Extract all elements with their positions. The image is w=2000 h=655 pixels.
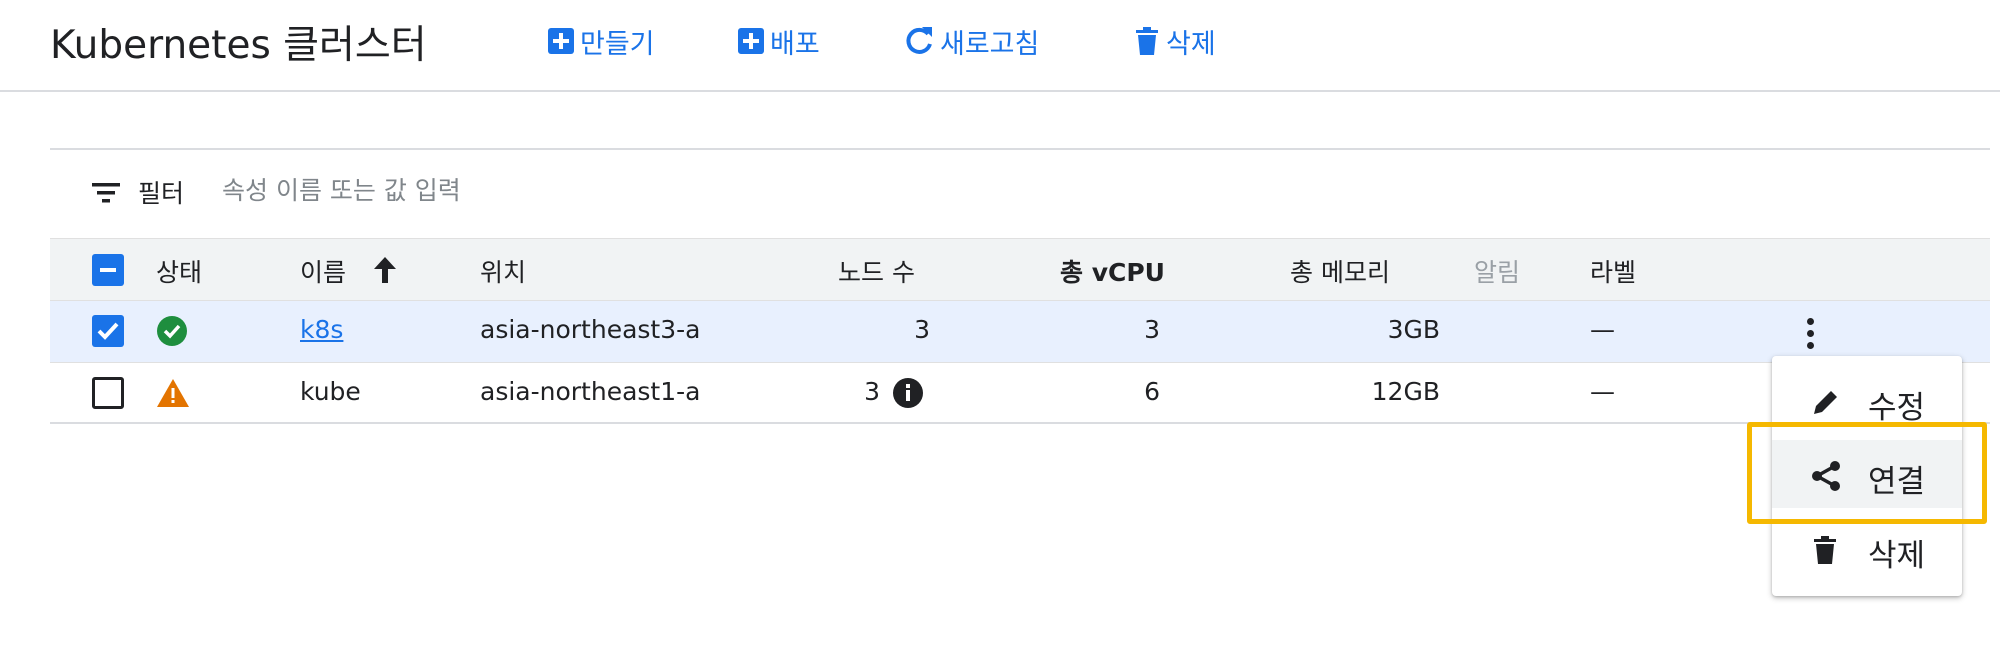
sort-ascending-icon[interactable]	[372, 255, 398, 289]
column-location[interactable]: 위치	[480, 253, 526, 289]
cluster-name-link[interactable]: k8s	[300, 315, 343, 344]
column-status[interactable]: 상태	[156, 253, 202, 289]
cluster-table: 필터 상태 이름 위치 노드 수 총 vCPU 총 메모리 알림 라벨 k8s …	[50, 148, 1990, 424]
trash-icon	[1810, 534, 1840, 570]
cluster-memory: 12GB	[1371, 377, 1440, 406]
filter-label: 필터	[138, 179, 185, 208]
column-nodes[interactable]: 노드 수	[838, 253, 915, 289]
row-checkbox[interactable]	[92, 377, 124, 409]
delete-button[interactable]: 삭제	[1132, 18, 1216, 64]
deploy-label: 배포	[770, 28, 820, 60]
cluster-location: asia-northeast3-a	[480, 315, 701, 344]
menu-item-delete[interactable]: 삭제	[1772, 514, 1962, 582]
deploy-button[interactable]: 배포	[736, 18, 820, 64]
pencil-icon	[1810, 386, 1842, 422]
more-options-icon[interactable]	[1792, 313, 1828, 353]
column-memory[interactable]: 총 메모리	[1290, 253, 1390, 289]
cluster-labels: —	[1590, 377, 1615, 406]
cluster-memory: 3GB	[1387, 315, 1440, 344]
check-circle-icon	[156, 315, 188, 351]
refresh-icon	[902, 24, 936, 58]
page-header: Kubernetes 클러스터 만들기 배포 새로고침 삭제	[0, 0, 2000, 92]
filter-bar: 필터	[50, 150, 1990, 238]
cluster-labels: —	[1590, 315, 1615, 344]
menu-item-label: 삭제	[1868, 538, 1926, 574]
row-actions-menu: 수정 연결 삭제	[1772, 356, 1962, 596]
table-row[interactable]: kube asia-northeast1-a 3 6 12GB —	[50, 362, 1990, 424]
cluster-location: asia-northeast1-a	[480, 377, 701, 406]
column-vcpu[interactable]: 총 vCPU	[1060, 253, 1165, 289]
menu-item-label: 연결	[1868, 464, 1926, 500]
refresh-label: 새로고침	[940, 28, 1040, 60]
menu-item-connect[interactable]: 연결	[1772, 440, 1962, 508]
select-all-checkbox[interactable]	[92, 254, 124, 286]
create-label: 만들기	[580, 28, 655, 60]
cluster-vcpu: 6	[1144, 377, 1160, 406]
trash-icon	[1132, 25, 1162, 57]
cluster-nodes: 3	[914, 315, 930, 344]
menu-item-edit[interactable]: 수정	[1772, 366, 1962, 434]
menu-item-label: 수정	[1868, 390, 1926, 426]
warning-icon	[156, 377, 190, 413]
row-checkbox[interactable]	[92, 315, 124, 347]
page-title: Kubernetes 클러스터	[50, 23, 427, 68]
add-box-icon	[736, 26, 766, 56]
table-header: 상태 이름 위치 노드 수 총 vCPU 총 메모리 알림 라벨	[50, 238, 1990, 300]
cluster-name[interactable]: kube	[300, 377, 361, 406]
column-name[interactable]: 이름	[300, 253, 346, 289]
info-icon[interactable]	[892, 377, 924, 413]
column-labels[interactable]: 라벨	[1590, 253, 1636, 289]
share-icon	[1810, 460, 1842, 496]
filter-input[interactable]	[220, 170, 740, 210]
column-alerts: 알림	[1474, 258, 1521, 287]
create-button[interactable]: 만들기	[546, 18, 655, 64]
filter-icon[interactable]	[92, 182, 120, 208]
refresh-button[interactable]: 새로고침	[902, 18, 1039, 64]
cluster-nodes: 3	[864, 377, 880, 406]
table-row[interactable]: k8s asia-northeast3-a 3 3 3GB —	[50, 300, 1990, 362]
add-box-icon	[546, 26, 576, 56]
cluster-vcpu: 3	[1144, 315, 1160, 344]
delete-label: 삭제	[1166, 28, 1216, 60]
